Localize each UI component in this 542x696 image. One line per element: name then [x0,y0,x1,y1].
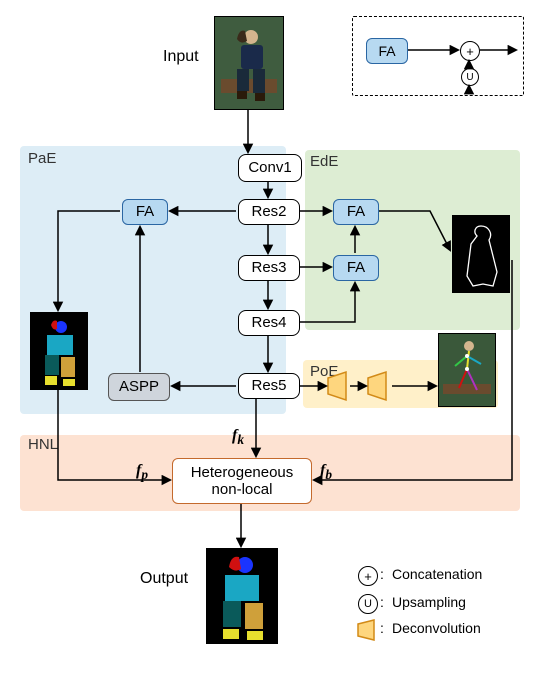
ede-fa-top: FA [333,199,379,225]
res4-block: Res4 [238,310,300,336]
legend-colon-2: : [380,594,384,610]
ede-output-thumb [452,215,510,293]
deconv-1 [326,370,352,402]
upsample-symbol-legend: U [461,68,479,86]
parsing-thumb-icon [31,313,87,389]
concat-symbol-legend: + [460,41,480,61]
fp-label: fp [136,462,148,483]
input-photo-icon [215,17,283,109]
res3-block: Res3 [238,255,300,281]
legend-deconv-text: Deconvolution [392,620,481,636]
legend-colon-1: : [380,566,384,582]
deconv-2 [366,370,392,402]
poe-output-thumb [438,333,496,407]
input-label: Input [163,48,199,66]
pose-thumb-icon [439,334,495,406]
output-parsing-icon [207,549,277,643]
hnl-block: Heterogeneous non-local [172,458,312,504]
legend-upsample-symbol: U [358,594,378,614]
pae-label: PaE [28,150,56,167]
fk-label: fk [232,427,244,448]
legend-upsample-text: Upsampling [392,594,466,610]
output-thumb [206,548,278,644]
pae-output-thumb [30,312,88,390]
legend-concat-text: Concatenation [392,566,482,582]
legend-colon-3: : [380,620,384,636]
edge-thumb-icon [453,216,509,292]
res2-block: Res2 [238,199,300,225]
ede-label: EdE [310,153,338,170]
res5-block: Res5 [238,373,300,399]
output-label: Output [140,570,188,588]
input-thumb [214,16,284,110]
legend-concat-symbol: + [358,566,378,586]
legend-deconv-symbol [356,618,378,642]
conv1-block: Conv1 [238,154,302,182]
ede-fa-bottom: FA [333,255,379,281]
fa-legend-block: FA [366,38,408,64]
aspp-block: ASPP [108,373,170,401]
hnl-region-label: HNL [28,436,58,453]
fb-label: fb [320,462,332,483]
pae-fa-block: FA [122,199,168,225]
